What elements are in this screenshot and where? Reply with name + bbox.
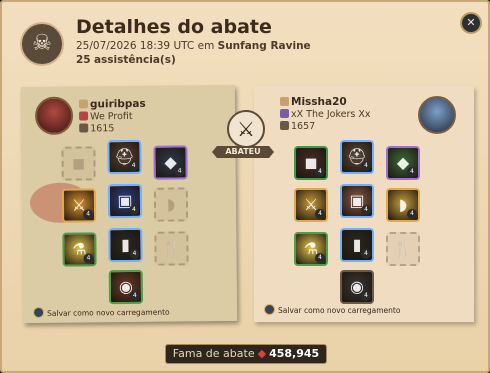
killer-item-power: 1615	[79, 123, 114, 134]
killer-slot-mount[interactable]: ◉ 4	[108, 269, 144, 305]
assists-count: 25	[76, 54, 91, 66]
victim-panel: Missha20 xX The Jokers Xx 1657 ◼ 4 ⛑ 4 ◆ 4 ⚔ 4 ▣…	[254, 86, 474, 322]
kill-fame-value: 458,945	[269, 347, 320, 360]
item-quality-badge: 4	[361, 249, 371, 259]
victim-guild: xX The Jokers Xx	[280, 109, 370, 120]
save-loadout-icon	[264, 304, 275, 315]
victim-name[interactable]: Missha20	[280, 96, 347, 108]
kill-fame-bar: Fama de abate ◆ 458,945	[165, 344, 327, 364]
killer-save-loadout[interactable]: Salvar como novo carregamento	[33, 306, 170, 319]
item-quality-badge: 4	[129, 290, 141, 301]
save-loadout-icon	[33, 306, 45, 319]
victim-slot-bag[interactable]: ◼ 4	[294, 146, 328, 180]
killer-avatar[interactable]	[34, 96, 74, 135]
item-power-icon	[79, 123, 89, 133]
victim-slot-food: 🍴	[386, 232, 420, 266]
kill-location: Sunfang Ravine	[217, 40, 311, 52]
item-quality-badge: 4	[83, 253, 94, 264]
kill-details-window: ☠ Detalhes do abate 25/07/2026 18:39 UTC…	[0, 0, 490, 373]
victim-slot-chest[interactable]: ▣ 4	[340, 184, 374, 218]
killer-slot-shoes[interactable]: ▮ 4	[108, 227, 143, 263]
killer-slot-potion[interactable]: ⚗ 4	[62, 232, 97, 267]
killer-slot-main-hand[interactable]: ⚔ 4	[61, 188, 97, 223]
kill-datetime-location: 25/07/2026 18:39 UTC em Sunfang Ravine	[76, 40, 311, 52]
killer-slot-off-hand: ◗	[153, 187, 189, 222]
victim-slot-head[interactable]: ⛑ 4	[340, 140, 374, 174]
killer-equipment-grid: ◼ ⛑ 4 ◆ 4 ⚔ 4 ▣ 4 ◗ ⚗ 4 ▮ 4 🍴 ◉ 4	[21, 85, 235, 305]
kill-fame-label: Fama de abate	[172, 347, 255, 360]
guild-shield-icon	[280, 109, 289, 118]
bag-placeholder-icon: ◼	[71, 153, 86, 173]
killer-slot-food: 🍴	[154, 231, 189, 266]
item-quality-badge: 4	[315, 209, 325, 219]
victim-item-power: 1657	[280, 121, 315, 132]
victim-avatar[interactable]	[418, 96, 456, 134]
killer-name[interactable]: guiribpas	[78, 98, 146, 111]
fame-gem-icon: ◆	[257, 347, 267, 360]
crossed-swords-icon: ⚔	[227, 110, 265, 148]
skull-crossbones-icon: ☠	[20, 22, 64, 66]
item-quality-badge: 4	[128, 160, 139, 172]
item-quality-badge: 4	[361, 161, 371, 171]
victim-slot-main-hand[interactable]: ⚔ 4	[294, 188, 328, 222]
assists-label: assistência(s)	[93, 54, 176, 66]
victim-slot-mount[interactable]: ◉ 4	[340, 270, 374, 304]
victim-slot-shoes[interactable]: ▮ 4	[340, 228, 374, 262]
assists-info: 25 assistência(s)	[76, 54, 176, 66]
off-hand-placeholder-icon: ◗	[166, 194, 176, 214]
victim-save-loadout[interactable]: Salvar como novo carregamento	[264, 304, 400, 315]
item-quality-badge: 4	[361, 291, 371, 301]
killer-slot-chest[interactable]: ▣ 4	[107, 183, 143, 219]
item-power-icon	[280, 121, 289, 130]
killer-slot-cape[interactable]: ◆ 4	[153, 145, 188, 180]
item-quality-badge: 4	[407, 167, 417, 177]
victim-slot-off-hand[interactable]: ◗ 4	[386, 188, 420, 222]
guild-shield-icon	[79, 111, 89, 121]
killer-guild: We Profit	[79, 111, 133, 123]
item-quality-badge: 4	[315, 167, 325, 177]
killer-slot-bag: ◼	[61, 146, 96, 181]
item-quality-badge: 4	[174, 166, 185, 177]
close-button[interactable]: ✕	[460, 12, 482, 34]
item-quality-badge: 4	[129, 204, 140, 215]
victim-slot-cape[interactable]: ◆ 4	[386, 146, 420, 180]
item-quality-badge: 4	[129, 248, 140, 259]
item-quality-badge: 4	[407, 209, 417, 219]
player-icon	[280, 97, 289, 106]
item-quality-badge: 4	[315, 253, 325, 263]
player-icon	[78, 99, 88, 109]
food-placeholder-icon: 🍴	[161, 238, 182, 258]
food-placeholder-icon: 🍴	[393, 239, 413, 258]
killer-panel: guiribpas We Profit 1615 ◼ ⛑ 4 ◆ 4 ⚔ 4 ▣ 4 ◗ ⚗ 4 ▮ 4 🍴…	[20, 84, 238, 324]
kill-datetime: 25/07/2026 18:39 UTC em	[76, 40, 215, 52]
victim-slot-potion[interactable]: ⚗ 4	[294, 232, 328, 266]
item-quality-badge: 4	[83, 209, 94, 220]
kill-label: ABATEU	[212, 146, 274, 158]
page-title: Detalhes do abate	[76, 16, 272, 38]
killer-slot-head[interactable]: ⛑ 4	[107, 139, 142, 175]
item-quality-badge: 4	[361, 205, 371, 215]
